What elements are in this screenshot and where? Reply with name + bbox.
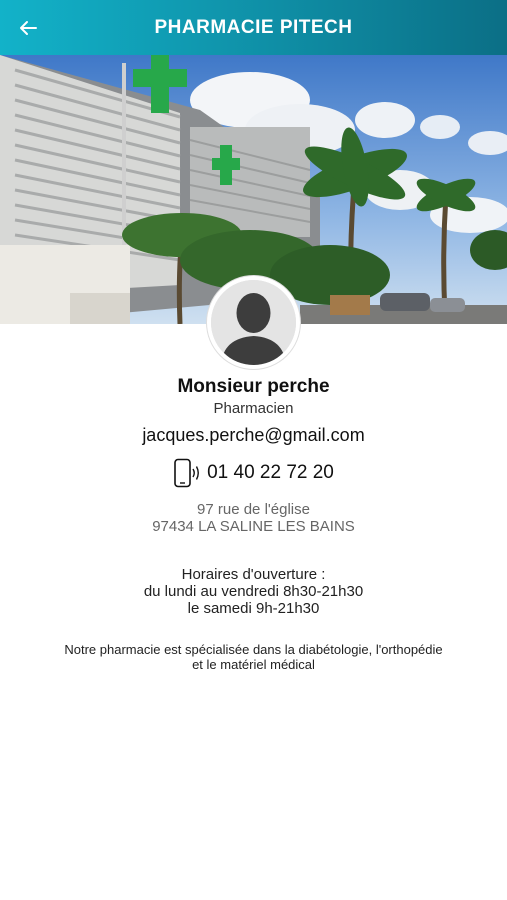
page-title: PHARMACIE PITECH — [154, 16, 353, 38]
pharmacist-role: Pharmacien — [213, 400, 294, 417]
description-line-2: et le matériel médical — [192, 657, 315, 672]
person-silhouette-icon — [211, 280, 296, 365]
mobile-phone-icon — [174, 458, 200, 488]
description-line-1: Notre pharmacie est spécialisée dans la … — [64, 642, 443, 657]
avatar — [207, 276, 300, 369]
email-link[interactable]: jacques.perche@gmail.com — [0, 425, 507, 446]
pharmacist-name: Monsieur perche — [177, 376, 330, 397]
back-button[interactable] — [10, 10, 46, 46]
address-city: 97434 LA SALINE LES BAINS — [152, 518, 355, 535]
hours-saturday: le samedi 9h-21h30 — [187, 600, 320, 617]
hours-weekdays: du lundi au vendredi 8h30-21h30 — [143, 583, 364, 600]
arrow-left-icon — [20, 21, 37, 35]
address-street: 97 rue de l'église — [197, 501, 310, 518]
app-header: PHARMACIE PITECH — [0, 0, 507, 55]
phone-link[interactable]: 01 40 22 72 20 — [0, 458, 507, 488]
phone-number: 01 40 22 72 20 — [207, 462, 334, 483]
hours-title: Horaires d'ouverture : — [181, 566, 326, 583]
